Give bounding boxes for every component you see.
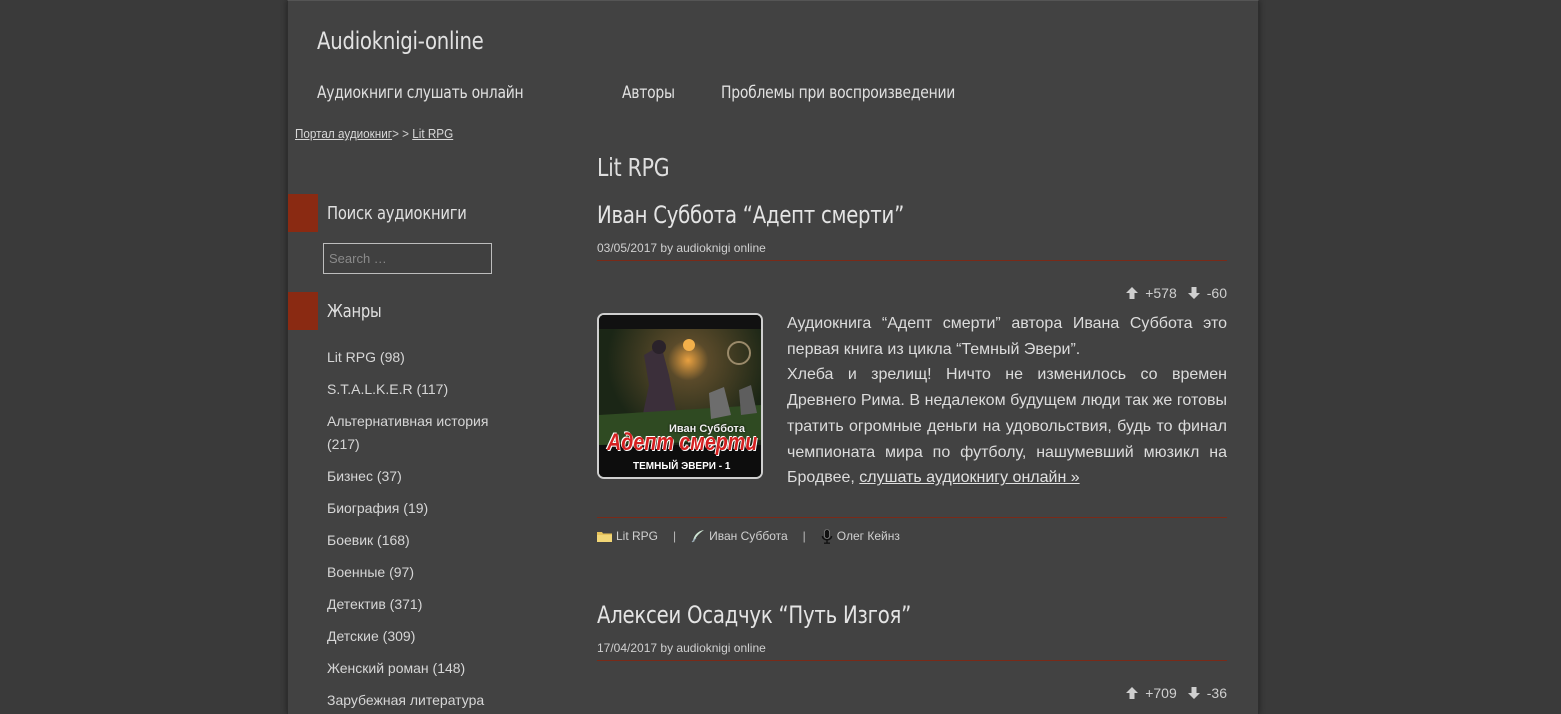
widget-accent-bar (288, 292, 318, 330)
genres-widget-title: Жанры (327, 301, 382, 322)
book-cover-image[interactable]: Иван Суббота Адепт смерти ТЕМНЫЙ ЭВЕРИ -… (597, 313, 763, 479)
post-title-link[interactable]: Алексеи Осадчук “Путь Изгоя” (597, 601, 911, 629)
nav-item-audiobooks[interactable]: Аудиокниги слушать онлайн (317, 83, 524, 103)
genre-item[interactable]: Детектив (371) (327, 593, 517, 616)
breadcrumb-home-link[interactable]: Портал аудиокниг (295, 126, 392, 141)
post-content: Иван Суббота Адепт смерти ТЕМНЫЙ ЭВЕРИ -… (597, 313, 1227, 491)
search-widget-title: Поиск аудиокниги (327, 203, 467, 224)
microphone-icon (821, 529, 833, 544)
tag-reader[interactable]: Олег Кейнз (821, 529, 900, 544)
excerpt-paragraph-1: Аудиокнига “Адепт смерти” автора Ивана С… (787, 315, 1227, 358)
vote-up-count: +578 (1145, 285, 1177, 301)
post-article: Алексеи Осадчук “Путь Изгоя” 17/04/2017 … (597, 601, 1227, 701)
widget-accent-bar (288, 194, 318, 232)
post-title-link[interactable]: Иван Суббота “Адепт смерти” (597, 201, 904, 229)
genre-item[interactable]: Бизнес (37) (327, 465, 517, 488)
page-container: Audioknigi-online Аудиокниги слушать онл… (287, 0, 1259, 714)
post-excerpt: Аудиокнига “Адепт смерти” автора Ивана С… (787, 311, 1227, 491)
cover-title-text: Адепт смерти (607, 429, 758, 456)
search-input[interactable] (323, 243, 492, 274)
read-more-link[interactable]: слушать аудиокнигу онлайн » (859, 469, 1079, 486)
genre-item[interactable]: S.T.A.L.K.E.R (117) (327, 378, 517, 401)
genre-item[interactable]: Боевик (168) (327, 529, 517, 552)
tag-genre[interactable]: Lit RPG (597, 529, 658, 543)
nav-item-problems[interactable]: Проблемы при воспроизведении (721, 83, 955, 103)
tag-separator: | (673, 529, 677, 544)
post-article: Иван Суббота “Адепт смерти” 03/05/2017 b… (597, 201, 1227, 544)
vote-down-count: -60 (1206, 285, 1227, 301)
post-meta: 03/05/2017 by audioknigi online (597, 241, 1227, 261)
vote-up-icon[interactable] (1125, 286, 1139, 300)
category-title: Lit RPG (597, 153, 670, 182)
post-tags: Lit RPG | Иван Суббота | Олег Кейнз (597, 516, 1227, 544)
excerpt-paragraph-2: Хлеба и зрелищ! Ничто не изменилось со в… (787, 366, 1227, 487)
breadcrumb-current-link[interactable]: Lit RPG (412, 126, 453, 141)
genre-item[interactable]: Lit RPG (98) (327, 346, 517, 369)
feather-icon (691, 530, 705, 543)
breadcrumb: Портал аудиокниг> > Lit RPG (295, 126, 453, 141)
genre-item[interactable]: Альтернативная история (217) (327, 410, 517, 456)
nav-item-authors[interactable]: Авторы (622, 83, 675, 103)
genre-item[interactable]: Женский роман (148) (327, 657, 517, 680)
folder-icon (597, 532, 612, 543)
search-widget-header: Поиск аудиокниги (288, 194, 588, 232)
post-rating: +578 -60 (597, 285, 1227, 301)
tag-separator: | (802, 529, 806, 544)
post-meta: 17/04/2017 by audioknigi online (597, 641, 1227, 661)
vote-up-count: +709 (1145, 685, 1177, 701)
genres-widget-header: Жанры (288, 292, 588, 330)
vote-down-icon[interactable] (1187, 686, 1201, 700)
vote-down-count: -36 (1206, 685, 1227, 701)
breadcrumb-separator: > > (392, 126, 413, 141)
site-title[interactable]: Audioknigi-online (317, 27, 484, 55)
cover-series-text: ТЕМНЫЙ ЭВЕРИ - 1 (633, 461, 731, 472)
tag-author[interactable]: Иван Суббота (691, 529, 788, 543)
post-rating: +709 -36 (597, 685, 1227, 701)
genre-list: Lit RPG (98) S.T.A.L.K.E.R (117) Альтерн… (327, 346, 517, 714)
vote-up-icon[interactable] (1125, 686, 1139, 700)
genre-item[interactable]: Зарубежная литература (327, 689, 517, 712)
genre-item[interactable]: Детские (309) (327, 625, 517, 648)
genre-item[interactable]: Военные (97) (327, 561, 517, 584)
genre-item[interactable]: Биография (19) (327, 497, 517, 520)
vote-down-icon[interactable] (1187, 286, 1201, 300)
